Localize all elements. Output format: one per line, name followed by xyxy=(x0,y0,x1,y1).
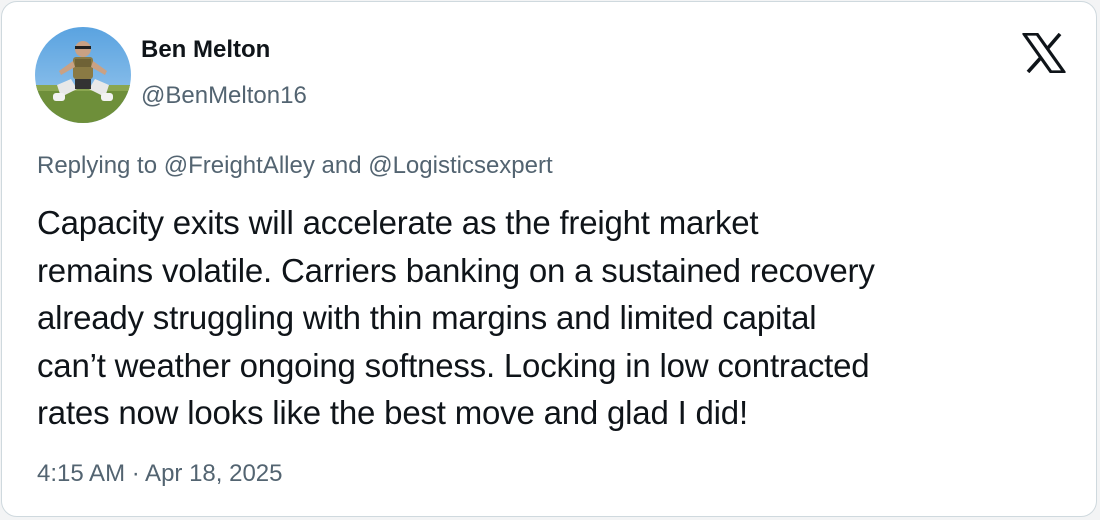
tweet-text: Capacity exits will accelerate as the fr… xyxy=(37,199,1077,437)
tweet-text-line: already struggling with thin margins and… xyxy=(37,299,817,336)
profile-photo xyxy=(35,27,131,123)
author-handle[interactable]: @BenMelton16 xyxy=(141,82,307,110)
author-display-name[interactable]: Ben Melton xyxy=(141,36,270,64)
x-logo-icon[interactable] xyxy=(1022,32,1066,74)
replying-prefix: Replying to xyxy=(37,152,164,179)
replying-to-line: Replying to @FreightAlley and @Logistics… xyxy=(37,152,553,180)
tweet-text-line: rates now looks like the best move and g… xyxy=(37,394,748,431)
tweet-text-line: can’t weather ongoing softness. Locking … xyxy=(37,346,870,384)
replying-conjunction: and xyxy=(314,152,369,179)
mention-freightalley[interactable]: @FreightAlley xyxy=(164,152,315,179)
tweet-card: Ben Melton @BenMelton16 Replying to @Fre… xyxy=(1,1,1097,517)
tweet-timestamp[interactable]: 4:15 AM · Apr 18, 2025 xyxy=(37,460,283,488)
avatar[interactable] xyxy=(35,27,131,123)
mention-logisticsexpert[interactable]: @Logisticsexpert xyxy=(368,152,552,179)
tweet-text-line: Capacity exits will accelerate as the fr… xyxy=(37,204,759,241)
tweet-text-line: remains volatile. Carriers banking on a … xyxy=(37,251,875,289)
